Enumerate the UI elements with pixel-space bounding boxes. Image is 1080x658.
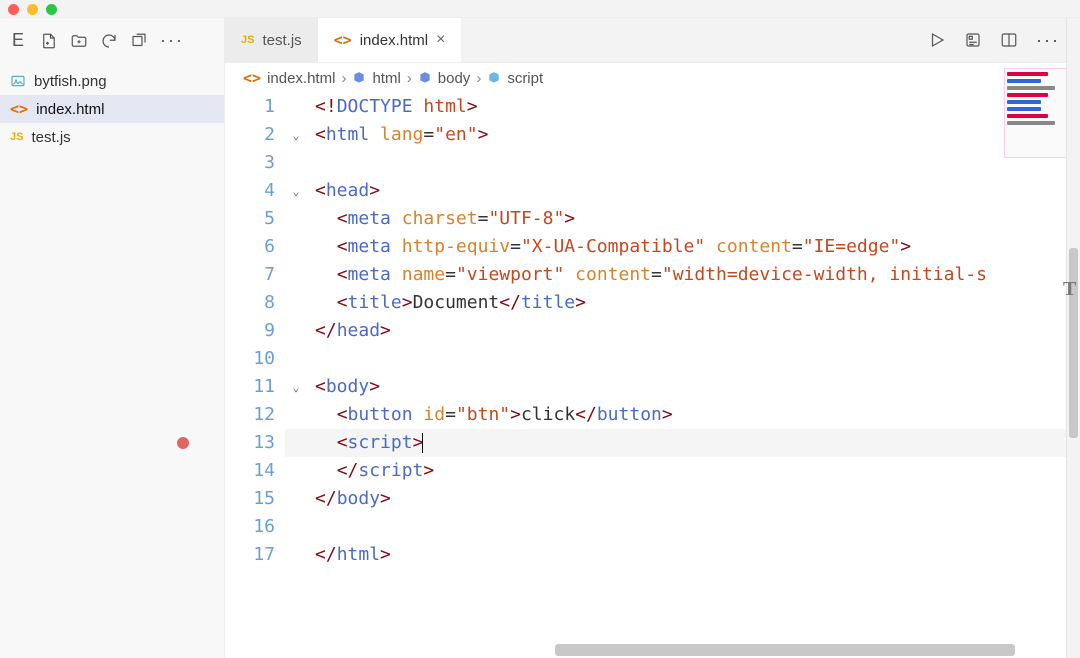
file-item-image[interactable]: bytfish.png xyxy=(0,67,224,95)
tab-label: index.html xyxy=(360,32,428,49)
minimize-window-button[interactable] xyxy=(27,4,38,15)
breadcrumb-label: index.html xyxy=(267,70,335,87)
breadcrumb-item[interactable]: html xyxy=(352,70,400,87)
run-icon[interactable] xyxy=(928,31,946,49)
window-controls xyxy=(8,4,57,15)
titlebar xyxy=(0,0,1080,18)
cube-icon xyxy=(418,71,432,85)
breadcrumb-item[interactable]: body xyxy=(418,70,471,87)
file-label: bytfish.png xyxy=(34,73,107,90)
breadcrumb: <> index.html › html › body › script xyxy=(225,63,1080,93)
preview-icon[interactable] xyxy=(964,31,982,49)
explorer-badge: E xyxy=(8,30,28,51)
close-window-button[interactable] xyxy=(8,4,19,15)
scrollbar-thumb[interactable] xyxy=(555,644,1015,656)
tab-index-html[interactable]: <> index.html × xyxy=(318,18,462,62)
breadcrumb-item[interactable]: script xyxy=(487,70,543,87)
js-file-icon: JS xyxy=(10,131,23,143)
chevron-right-icon: › xyxy=(341,70,346,87)
file-item-html[interactable]: <> index.html xyxy=(0,95,224,123)
breadcrumb-item[interactable]: <> index.html xyxy=(243,69,335,87)
image-file-icon xyxy=(10,73,26,89)
cube-icon xyxy=(487,71,501,85)
breadcrumb-label: body xyxy=(438,70,471,87)
editor-toolbar: ··· xyxy=(928,30,1080,51)
new-file-icon[interactable] xyxy=(40,32,58,50)
html-file-icon: <> xyxy=(10,100,28,118)
breadcrumb-label: html xyxy=(372,70,400,87)
close-tab-icon[interactable]: × xyxy=(436,31,445,49)
horizontal-scrollbar[interactable] xyxy=(305,642,1060,658)
tab-bar: JS test.js <> index.html × ··· xyxy=(225,18,1080,63)
chevron-right-icon: › xyxy=(407,70,412,87)
sidebar-more-icon[interactable]: ··· xyxy=(160,30,184,51)
cube-icon xyxy=(352,71,366,85)
tab-label: test.js xyxy=(262,32,301,49)
split-editor-icon[interactable] xyxy=(1000,31,1018,49)
vertical-scrollbar[interactable]: T xyxy=(1066,18,1080,658)
breakpoint-icon[interactable] xyxy=(177,437,189,449)
editor-more-icon[interactable]: ··· xyxy=(1036,30,1060,51)
refresh-icon[interactable] xyxy=(100,32,118,50)
js-file-icon: JS xyxy=(241,34,254,46)
collapse-icon[interactable] xyxy=(130,32,148,50)
tab-test-js[interactable]: JS test.js xyxy=(225,18,318,62)
file-explorer: bytfish.png <> index.html JS test.js xyxy=(0,63,224,151)
code-editor[interactable]: 1234 5678 9101112 13 14151617 ⌄ ⌄ ⌄ ⌄ <!… xyxy=(225,93,1080,658)
breadcrumb-label: script xyxy=(507,70,543,87)
sidebar: E ··· bytfish.png <> index.html xyxy=(0,18,225,658)
text-cursor-indicator: T xyxy=(1063,278,1076,301)
new-folder-icon[interactable] xyxy=(70,32,88,50)
file-label: index.html xyxy=(36,101,104,118)
file-item-js[interactable]: JS test.js xyxy=(0,123,224,151)
scrollbar-thumb[interactable] xyxy=(1069,248,1078,438)
html-file-icon: <> xyxy=(334,31,352,49)
chevron-right-icon: › xyxy=(476,70,481,87)
sidebar-toolbar: E ··· xyxy=(0,18,224,63)
code-body[interactable]: <!DOCTYPE html> <html lang="en"> <head> … xyxy=(285,93,1080,658)
maximize-window-button[interactable] xyxy=(46,4,57,15)
editor-area: JS test.js <> index.html × ··· xyxy=(225,18,1080,658)
file-label: test.js xyxy=(31,129,70,146)
html-file-icon: <> xyxy=(243,69,261,87)
line-number-gutter: 1234 5678 9101112 13 14151617 xyxy=(225,93,285,658)
